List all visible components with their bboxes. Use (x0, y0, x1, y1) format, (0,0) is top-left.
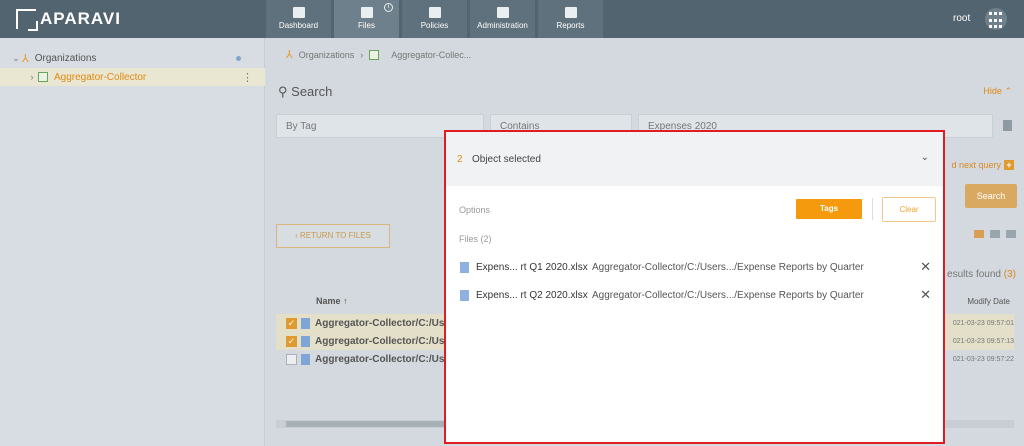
tree-item-label: Aggregator-Collector (54, 71, 147, 83)
organization-icon: ⅄ (286, 49, 293, 61)
column-header-name[interactable]: Name ↑ (316, 296, 348, 306)
breadcrumb: ⅄ Organizations › Aggregator-Collec... (286, 48, 471, 61)
selected-count: 2 (457, 154, 463, 165)
collector-icon (369, 49, 380, 60)
apps-grid-icon[interactable] (985, 8, 1007, 30)
administration-icon (496, 7, 509, 18)
nav-dashboard[interactable]: Dashboard (266, 0, 331, 38)
row-name: Aggregator-Collector/C:/Use (315, 353, 451, 365)
chevron-up-icon: ⌃ (1004, 86, 1012, 96)
selected-title: Object selected (472, 154, 541, 165)
grid-view-icon[interactable] (990, 230, 1000, 238)
selection-panel-header[interactable]: 2 Object selected ⌄ (446, 132, 943, 186)
next-query-label: d next query (951, 160, 1001, 170)
top-bar: APARAVI Dashboard Files i Policies Admin… (0, 0, 1024, 38)
collector-icon (38, 72, 48, 82)
search-button[interactable]: Search (965, 184, 1017, 208)
close-icon[interactable]: ✕ (920, 259, 931, 275)
hide-search-link[interactable]: Hide ⌃ (983, 86, 1012, 97)
aparavi-logo[interactable]: APARAVI (16, 8, 121, 31)
sort-arrow-icon: ↑ (343, 296, 348, 306)
nav-files[interactable]: Files i (334, 0, 399, 38)
chevron-down-icon[interactable]: ⌄ (10, 53, 22, 64)
file-icon (460, 261, 469, 273)
file-name: Expens... rt Q2 2020.xlsx (476, 289, 588, 301)
organization-icon: ⅄ (22, 52, 29, 65)
nav-reports-label: Reports (556, 21, 585, 30)
list-view-icon[interactable] (974, 230, 984, 238)
row-checkbox[interactable] (286, 353, 297, 365)
breadcrumb-collector[interactable]: Aggregator-Collec... (391, 50, 471, 60)
file-icon (301, 317, 310, 329)
tile-view-icon[interactable] (1006, 230, 1016, 238)
return-to-files-button[interactable]: ‹ RETURN TO FILES (276, 224, 390, 248)
more-options-icon[interactable]: ⋮ (242, 71, 253, 84)
column-name-label: Name (316, 296, 341, 306)
results-number: (3) (1003, 269, 1016, 280)
results-found-text: esults found (947, 269, 1001, 280)
hide-label: Hide (983, 86, 1002, 96)
nav-administration[interactable]: Administration (470, 0, 535, 38)
info-icon[interactable]: i (384, 3, 393, 12)
tags-button[interactable]: Tags (796, 199, 862, 219)
files-label: Files (2) (459, 234, 492, 244)
search-title-label: Search (291, 84, 333, 99)
reports-icon (564, 7, 577, 18)
nav-policies[interactable]: Policies (402, 0, 467, 38)
logo-text: APARAVI (40, 9, 121, 28)
view-toggle (974, 230, 1016, 238)
options-label: Options (459, 205, 491, 215)
sidebar: ⌄ ⅄ Organizations › Aggregator-Collector… (0, 38, 265, 446)
dashboard-icon (292, 7, 305, 18)
nav-policies-label: Policies (420, 21, 449, 30)
trash-icon[interactable] (1003, 120, 1012, 131)
plus-icon: + (1004, 160, 1014, 170)
column-header-modify-date[interactable]: Modify Date (967, 297, 1010, 306)
results-count: esults found (3) (947, 269, 1016, 280)
scrollbar-thumb[interactable] (286, 421, 456, 427)
nav-reports[interactable]: Reports (538, 0, 603, 38)
breadcrumb-organizations[interactable]: Organizations (299, 50, 355, 60)
add-next-query[interactable]: d next query + (951, 160, 1014, 170)
row-checkbox[interactable]: ✓ (286, 317, 297, 329)
search-icon: ⚲ (278, 84, 288, 99)
status-dot-icon (236, 55, 241, 61)
tree-item-aggregator-collector[interactable]: › Aggregator-Collector ⋮ (0, 68, 265, 86)
folder-icon (360, 7, 373, 18)
row-date: 021-03-23 09:57:01 (952, 319, 1014, 327)
file-icon (301, 335, 310, 347)
file-path: Aggregator-Collector/C:/Users.../Expense… (592, 261, 864, 273)
file-icon (301, 353, 310, 365)
close-icon[interactable]: ✕ (920, 287, 931, 303)
row-date: 021-03-23 09:57:13 (952, 337, 1014, 345)
file-name: Expens... rt Q1 2020.xlsx (476, 261, 588, 273)
breadcrumb-separator-icon: › (360, 49, 364, 60)
row-checkbox[interactable]: ✓ (286, 335, 297, 347)
tree-item-label: Organizations (34, 52, 97, 64)
nav-files-label: Files (358, 21, 375, 30)
search-title: ⚲ Search (278, 84, 332, 100)
nav-administration-label: Administration (477, 21, 528, 30)
file-path: Aggregator-Collector/C:/Users.../Expense… (592, 289, 864, 301)
main-nav: Dashboard Files i Policies Administratio… (266, 0, 603, 38)
chevron-right-icon[interactable]: › (26, 72, 38, 82)
row-date: 021-03-23 09:57:22 (952, 355, 1014, 363)
return-label: RETURN TO FILES (300, 231, 371, 240)
divider (872, 198, 873, 220)
file-icon (460, 289, 469, 301)
clear-button[interactable]: Clear (882, 197, 936, 222)
selection-panel: 2 Object selected ⌄ Options Tags Clear F… (444, 130, 945, 444)
chevron-left-icon: ‹ (295, 231, 298, 240)
logo-mark-icon (16, 9, 38, 31)
user-name[interactable]: root (953, 13, 970, 24)
selected-file-row: Expens... rt Q1 2020.xlsx Aggregator-Col… (460, 259, 938, 275)
selected-file-row: Expens... rt Q2 2020.xlsx Aggregator-Col… (460, 287, 938, 303)
nav-dashboard-label: Dashboard (278, 21, 319, 30)
tree-item-organizations[interactable]: ⌄ ⅄ Organizations (0, 49, 265, 67)
chevron-down-icon[interactable]: ⌄ (921, 152, 929, 163)
row-name: Aggregator-Collector/C:/Use (315, 335, 451, 347)
policies-icon (428, 7, 441, 18)
row-name: Aggregator-Collector/C:/Use (315, 317, 451, 329)
